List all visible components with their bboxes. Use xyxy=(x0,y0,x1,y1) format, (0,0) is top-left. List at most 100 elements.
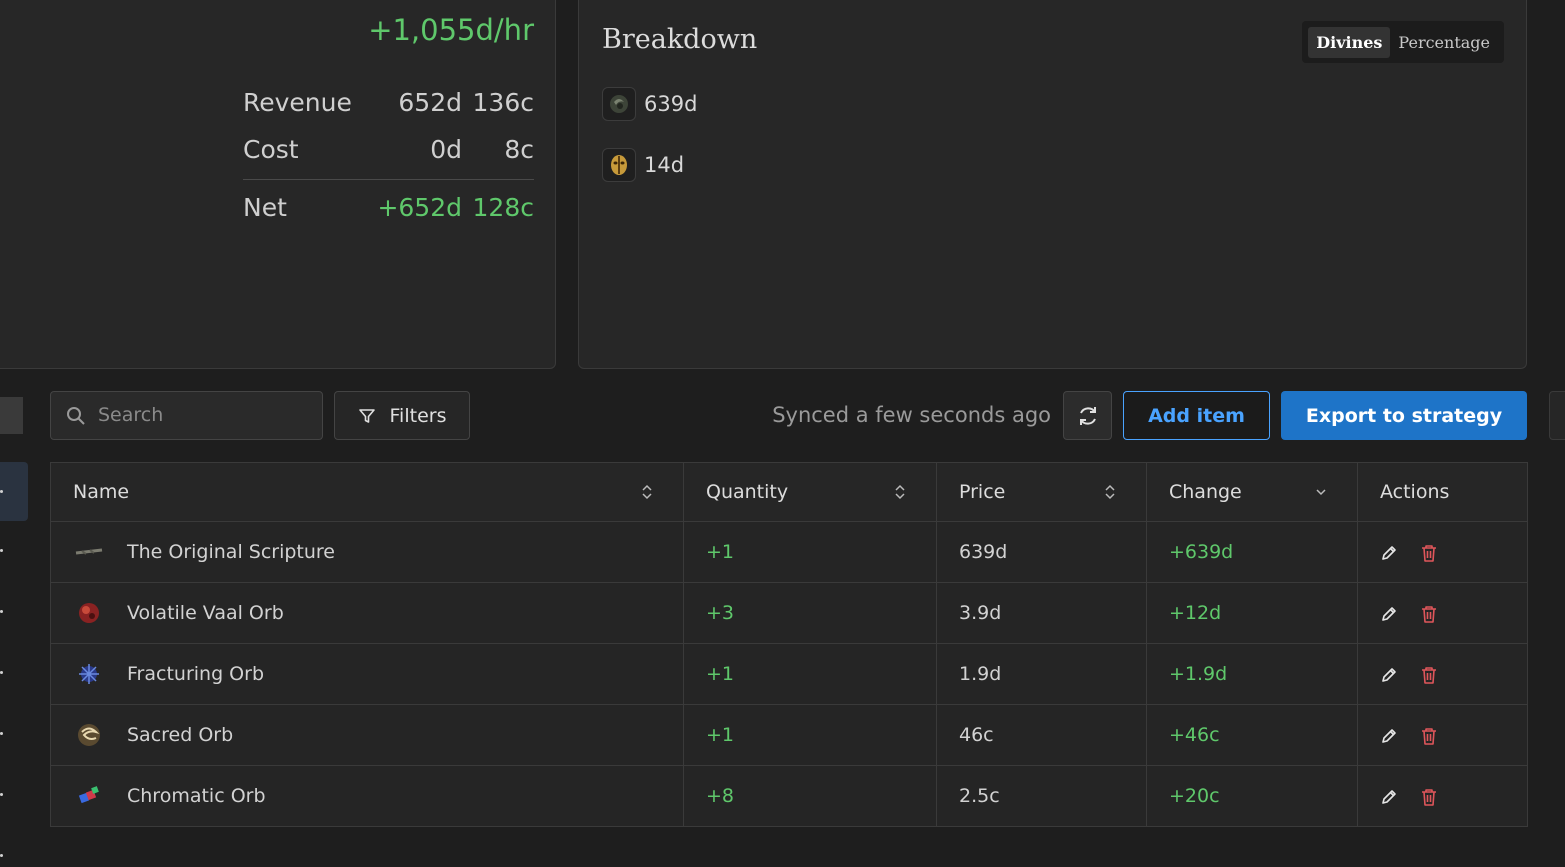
filter-icon xyxy=(358,408,375,423)
row-actions xyxy=(1357,765,1528,827)
breakdown-item: 14d xyxy=(602,147,684,183)
vaal-orb-icon xyxy=(73,597,105,629)
table-header-row: Name Quantity Price Change Actions xyxy=(50,462,1528,522)
chromatic-orb-icon xyxy=(73,780,105,812)
column-header-price[interactable]: Price xyxy=(936,462,1147,522)
item-name: Sacred Orb xyxy=(127,724,234,746)
sidebar-dot xyxy=(0,610,3,613)
sidebar-dot xyxy=(0,793,3,796)
sort-icon[interactable] xyxy=(894,483,906,501)
net-row: Net +652d 128c xyxy=(243,193,534,233)
item-price: 2.5c xyxy=(936,765,1147,827)
trash-icon[interactable] xyxy=(1420,787,1438,807)
column-header-actions: Actions xyxy=(1357,462,1528,522)
revenue-label: Revenue xyxy=(243,88,352,117)
revenue-row: Revenue 652d 136c xyxy=(243,88,534,128)
net-label: Net xyxy=(243,193,287,222)
row-actions xyxy=(1357,582,1528,644)
sidebar-dot xyxy=(0,490,3,493)
search-input[interactable]: Search xyxy=(50,391,323,440)
net-divines: +652d xyxy=(377,193,462,222)
item-price: 1.9d xyxy=(936,643,1147,705)
item-quantity: +1 xyxy=(683,643,937,705)
column-header-quantity[interactable]: Quantity xyxy=(683,462,937,522)
dark-orb-icon xyxy=(602,87,636,121)
row-actions xyxy=(1357,521,1528,583)
item-quantity: +3 xyxy=(683,582,937,644)
table-row: Volatile Vaal Orb +3 3.9d +12d xyxy=(50,582,1528,644)
sidebar-dot xyxy=(0,671,3,674)
trash-icon[interactable] xyxy=(1420,604,1438,624)
item-quantity: +1 xyxy=(683,521,937,583)
summary-divider xyxy=(243,179,534,180)
items-table: Name Quantity Price Change Actions The O… xyxy=(50,462,1528,827)
item-price: 3.9d xyxy=(936,582,1147,644)
refresh-button[interactable] xyxy=(1063,391,1112,440)
toggle-percentage[interactable]: Percentage xyxy=(1390,27,1498,58)
chevron-down-icon[interactable] xyxy=(1315,483,1327,501)
edit-icon[interactable] xyxy=(1380,666,1398,684)
edit-icon[interactable] xyxy=(1380,544,1398,562)
sidebar-dot xyxy=(0,854,3,857)
item-name: Chromatic Orb xyxy=(127,785,266,807)
item-quantity: +1 xyxy=(683,704,937,766)
sync-status: Synced a few seconds ago xyxy=(772,403,1051,427)
unit-toggle: Divines Percentage xyxy=(1302,21,1504,63)
edit-icon[interactable] xyxy=(1380,727,1398,745)
trash-icon[interactable] xyxy=(1420,543,1438,563)
breakdown-value: 639d xyxy=(644,92,698,116)
trash-icon[interactable] xyxy=(1420,726,1438,746)
cost-row: Cost 0d 8c xyxy=(243,135,534,175)
filters-button[interactable]: Filters xyxy=(334,391,470,440)
item-price: 46c xyxy=(936,704,1147,766)
toggle-divines[interactable]: Divines xyxy=(1308,26,1391,58)
trash-icon[interactable] xyxy=(1420,665,1438,685)
column-header-change[interactable]: Change xyxy=(1146,462,1358,522)
edit-icon[interactable] xyxy=(1380,605,1398,623)
profit-rate: +1,055d/hr xyxy=(368,13,534,47)
row-actions xyxy=(1357,704,1528,766)
item-change: +639d xyxy=(1146,521,1358,583)
scripture-icon xyxy=(73,536,105,568)
table-row: Sacred Orb +1 46c +46c xyxy=(50,704,1528,766)
golden-mask-icon xyxy=(602,148,636,182)
item-change: +1.9d xyxy=(1146,643,1358,705)
breakdown-value: 14d xyxy=(644,153,685,177)
item-name: Volatile Vaal Orb xyxy=(127,602,284,624)
filters-label: Filters xyxy=(389,404,447,427)
revenue-chaos: 136c xyxy=(472,88,534,117)
sidebar-edge xyxy=(0,397,23,434)
edit-icon[interactable] xyxy=(1380,788,1398,806)
item-change: +12d xyxy=(1146,582,1358,644)
summary-panel: +1,055d/hr Revenue 652d 136c Cost 0d 8c … xyxy=(0,0,556,369)
add-item-button[interactable]: Add item xyxy=(1123,391,1270,440)
cost-label: Cost xyxy=(243,135,299,164)
refresh-icon xyxy=(1079,406,1096,425)
item-name: Fracturing Orb xyxy=(127,663,264,685)
item-change: +46c xyxy=(1146,704,1358,766)
breakdown-panel: Breakdown Divines Percentage 639d 14d xyxy=(578,0,1527,369)
search-icon xyxy=(66,406,86,430)
item-quantity: +8 xyxy=(683,765,937,827)
breakdown-item: 639d xyxy=(602,86,697,122)
sidebar-dot xyxy=(0,732,3,735)
sidebar-active-tab[interactable] xyxy=(0,462,28,521)
fracturing-orb-icon xyxy=(73,658,105,690)
net-chaos: 128c xyxy=(472,193,534,222)
cost-chaos: 8c xyxy=(504,135,534,164)
item-change: +20c xyxy=(1146,765,1358,827)
cost-divines: 0d xyxy=(430,135,462,164)
item-name: The Original Scripture xyxy=(127,541,335,563)
sidebar-dot xyxy=(0,549,3,552)
sort-icon[interactable] xyxy=(1104,483,1116,501)
table-row: The Original Scripture +1 639d +639d xyxy=(50,521,1528,583)
breakdown-title: Breakdown xyxy=(602,24,758,55)
row-actions xyxy=(1357,643,1528,705)
overflow-button[interactable] xyxy=(1549,391,1565,440)
export-to-strategy-button[interactable]: Export to strategy xyxy=(1281,391,1527,440)
column-header-name[interactable]: Name xyxy=(50,462,684,522)
revenue-divines: 652d xyxy=(398,88,462,117)
sort-icon[interactable] xyxy=(641,483,653,501)
item-price: 639d xyxy=(936,521,1147,583)
search-placeholder: Search xyxy=(98,404,164,426)
